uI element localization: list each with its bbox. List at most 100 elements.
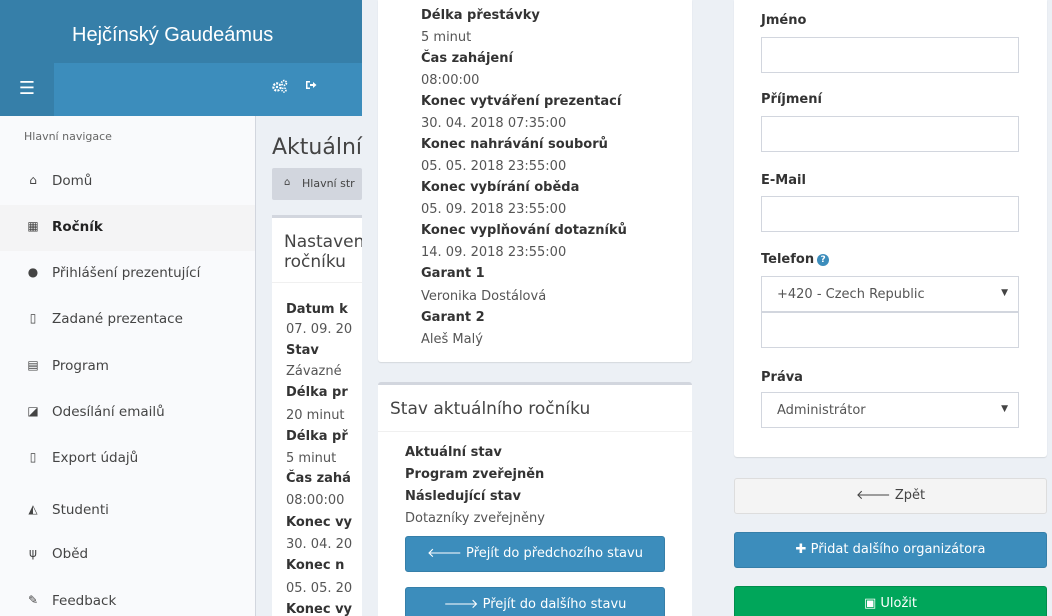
detail-label: Délka pr: [286, 385, 348, 400]
sidebar-item-obed[interactable]: ψ Oběd: [0, 532, 255, 578]
settings-box-title-line1: Nastaven: [284, 232, 362, 252]
question-circle-icon[interactable]: ?: [817, 254, 830, 266]
calendar-icon: ▦: [27, 219, 39, 233]
detail-value: 08:00:00: [286, 493, 345, 508]
sidebar-item-odesilani-emailu[interactable]: ◪ Odesílání emailů: [0, 390, 255, 436]
sidebar-item-prihlaseni[interactable]: ● Přihlášení prezentující: [0, 251, 255, 297]
detail-value: 5 minut: [286, 451, 337, 466]
detail-value: 05. 05. 20: [286, 581, 353, 596]
sidebar-item-studenti[interactable]: ◭ Studenti: [0, 488, 255, 534]
sidebar-item-zadane-prezentace[interactable]: ▯ Zadané prezentace: [0, 297, 255, 343]
sidebar-item-label: Zadané prezentace: [52, 311, 183, 327]
sign-out-icon[interactable]: [305, 79, 317, 95]
previous-state-button-label: Přejít do předchozího stavu: [466, 546, 643, 561]
sidebar-item-label: Odesílání emailů: [52, 404, 165, 420]
next-state-button[interactable]: 🡒 Přejít do dalšího stavu: [405, 587, 665, 616]
previous-state-button[interactable]: 🡐 Přejít do předchozího stavu: [405, 536, 665, 572]
edit-icon: ✎: [27, 593, 39, 607]
sidebar-item-label: Přihlášení prezentující: [52, 265, 201, 281]
share-square-icon: ◪: [27, 404, 39, 418]
detail-label: Konec vy: [286, 602, 353, 616]
detail-label: Konec vybírání oběda: [421, 180, 580, 195]
chevron-down-icon: ▼: [1001, 404, 1008, 414]
detail-value: Veronika Dostálová: [421, 289, 547, 304]
detail-label: Konec vy: [286, 515, 353, 530]
divider: [272, 282, 362, 283]
table-icon: ▤: [27, 358, 39, 372]
organizer-form: Jméno Příjmení E-Mail Telefon? +420 - Cz…: [734, 0, 1047, 457]
user-icon: ●: [27, 265, 39, 279]
arrow-right-icon: 🡒: [443, 597, 483, 612]
save-button-label: Uložit: [880, 596, 918, 611]
sidebar-item-domu[interactable]: ⌂ Domů: [0, 159, 255, 205]
detail-label: Garant 2: [421, 310, 485, 325]
next-status-value: Dotazníky zveřejněny: [405, 511, 545, 526]
next-status-label: Následující stav: [405, 489, 522, 504]
sidebar-item-label: Feedback: [52, 593, 117, 609]
breadcrumb-item[interactable]: Hlavní str: [302, 177, 355, 190]
sidebar-item-export[interactable]: ▯ Export údajů: [0, 436, 255, 482]
current-status-label: Aktuální stav: [405, 445, 502, 460]
divider: [378, 431, 692, 432]
add-organizer-button[interactable]: ✚ Přidat dalšího organizátora: [734, 532, 1047, 568]
save-button[interactable]: ▣ Uložit: [734, 586, 1047, 616]
phone-country-value: +420 - Czech Republic: [777, 287, 925, 302]
rights-select[interactable]: Administrátor ▼: [761, 392, 1019, 428]
add-organizer-button-label: Přidat dalšího organizátora: [810, 542, 986, 557]
email-input[interactable]: [761, 196, 1019, 232]
breadcrumb[interactable]: ⌂ Hlavní str: [272, 168, 362, 200]
detail-label: Konec vytváření prezentací: [421, 94, 622, 109]
floppy-disk-icon: ▣: [863, 596, 877, 611]
settings-box: Nastaven ročníku Datum k 07. 09. 20 Stav…: [272, 215, 362, 616]
sidebar-item-label: Export údajů: [52, 450, 139, 466]
first-name-label: Jméno: [761, 13, 807, 28]
first-name-input[interactable]: [761, 37, 1019, 73]
phone-country-select[interactable]: +420 - Czech Republic ▼: [761, 276, 1019, 312]
sidebar-item-program[interactable]: ▤ Program: [0, 344, 255, 390]
detail-value: 14. 09. 2018 23:55:00: [421, 245, 567, 260]
detail-value: 05. 09. 2018 23:55:00: [421, 202, 567, 217]
sidebar-item-rocnik[interactable]: ▦ Ročník: [0, 205, 255, 251]
phone-label: Telefon: [761, 252, 815, 267]
cutlery-icon: ψ: [29, 546, 37, 560]
last-name-input[interactable]: [761, 116, 1019, 152]
detail-value: Aleš Malý: [421, 332, 483, 347]
settings-box-title-line2: ročníku: [284, 252, 346, 272]
arrow-left-icon: 🡐: [855, 488, 891, 503]
detail-value: 30. 04. 2018 07:35:00: [421, 116, 567, 131]
detail-value: 5 minut: [421, 30, 472, 45]
sidebar-item-label: Oběd: [52, 546, 89, 562]
sidebar: Hlavní navigace ⌂ Domů ▦ Ročník ● Přihlá…: [0, 116, 256, 616]
phone-input[interactable]: [761, 312, 1019, 348]
sidebar-item-feedback[interactable]: ✎ Feedback: [0, 579, 255, 616]
detail-value: 05. 05. 2018 23:55:00: [421, 159, 567, 174]
email-label: E-Mail: [761, 173, 806, 188]
gears-icon[interactable]: [272, 79, 288, 97]
sidebar-item-label: Studenti: [52, 502, 109, 518]
menu-toggle-icon[interactable]: ☰: [0, 63, 54, 116]
phone-label-row: Telefon?: [761, 252, 830, 267]
home-icon: ⌂: [29, 173, 37, 187]
top-navbar: ☰: [0, 63, 362, 116]
chevron-down-icon: ▼: [1001, 288, 1008, 298]
page-title: Aktuální: [272, 135, 363, 160]
detail-value: 08:00:00: [421, 73, 480, 88]
detail-label: Datum k: [286, 302, 348, 317]
detail-label: Délka přestávky: [421, 8, 540, 23]
detail-value: Závazné: [286, 364, 342, 379]
file-pdf-icon: ▯: [29, 450, 37, 464]
app-title: Hejčínský Gaudeámus: [72, 24, 274, 46]
last-name-label: Příjmení: [761, 92, 822, 107]
back-button-label: Zpět: [894, 488, 926, 503]
detail-label: Konec nahrávání souborů: [421, 137, 608, 152]
detail-label: Konec vyplňování dotazníků: [421, 223, 627, 238]
detail-label: Stav: [286, 343, 319, 358]
current-status-value: Program zveřejněn: [405, 467, 545, 482]
app-logo[interactable]: Hejčínský Gaudeámus: [0, 0, 362, 63]
next-state-button-label: Přejít do dalšího stavu: [482, 597, 627, 612]
home-icon: ⌂: [284, 177, 291, 188]
graduation-cap-icon: ◭: [28, 502, 38, 516]
file-powerpoint-icon: ▯: [29, 311, 37, 325]
status-box-title: Stav aktuálního ročníku: [390, 399, 591, 419]
back-button[interactable]: 🡐 Zpět: [734, 478, 1047, 514]
